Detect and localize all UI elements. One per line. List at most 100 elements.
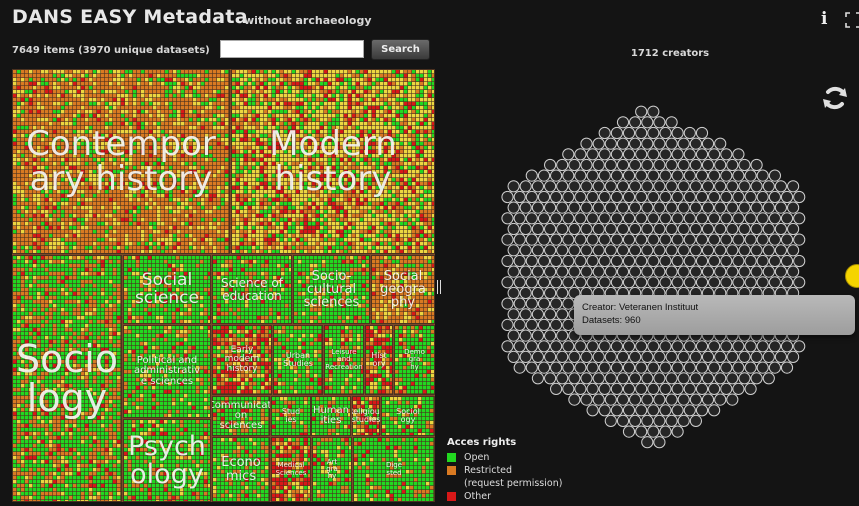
treemap-region-cells[interactable] [353, 437, 435, 502]
creator-bubble[interactable] [580, 137, 593, 150]
creator-bubble[interactable] [622, 361, 636, 374]
creator-bubble[interactable] [695, 361, 709, 374]
creator-bubble[interactable] [738, 201, 751, 214]
creator-bubble[interactable] [641, 350, 654, 363]
creator-bubble[interactable] [701, 180, 715, 193]
creator-bubble[interactable] [695, 212, 709, 225]
creator-bubble[interactable] [537, 318, 551, 331]
creator-bubble[interactable] [622, 212, 636, 225]
creator-bubble[interactable] [701, 201, 715, 214]
creator-bubble[interactable] [665, 350, 678, 363]
creator-bubble[interactable] [525, 169, 538, 182]
creator-bubble[interactable] [714, 201, 727, 214]
creator-bubble[interactable] [550, 254, 563, 268]
creator-bubble[interactable] [768, 169, 781, 182]
creator-bubble[interactable] [750, 201, 763, 214]
creator-bubble[interactable] [659, 148, 672, 161]
creator-bubble[interactable] [659, 404, 672, 417]
creator-bubble[interactable] [629, 137, 642, 150]
creator-bubble[interactable] [586, 190, 599, 204]
creator-bubble[interactable] [708, 361, 721, 374]
creator-bubble[interactable] [574, 340, 587, 353]
creator-bubble[interactable] [604, 158, 617, 172]
creator-bubble[interactable] [629, 244, 642, 257]
creator-bubble[interactable] [768, 340, 781, 353]
creator-bubble[interactable] [616, 137, 630, 150]
creator-bubble[interactable] [580, 350, 593, 363]
creator-bubble[interactable] [598, 340, 611, 353]
creator-bubble[interactable] [635, 340, 648, 353]
creator-bubble[interactable] [519, 329, 532, 342]
creator-bubble[interactable] [732, 276, 745, 289]
creator-bubble[interactable] [507, 201, 520, 214]
creator-bubble[interactable] [677, 158, 690, 172]
creator-bubble[interactable] [501, 340, 514, 353]
creator-bubble[interactable] [683, 254, 696, 268]
creator-bubble[interactable] [665, 116, 678, 129]
creator-bubble[interactable] [580, 222, 593, 236]
creator-bubble[interactable] [653, 372, 666, 385]
creator-bubble[interactable] [616, 116, 630, 129]
creator-bubble[interactable] [653, 244, 666, 257]
creator-bubble[interactable] [708, 382, 721, 395]
creator-bubble[interactable] [562, 276, 575, 289]
creator-bubble[interactable] [616, 158, 630, 172]
creator-bubble[interactable] [598, 212, 611, 225]
creator-bubble[interactable] [556, 180, 569, 193]
creator-bubble[interactable] [714, 158, 727, 172]
creator-bubble[interactable] [501, 212, 514, 225]
creator-bubble[interactable] [689, 372, 702, 385]
creator-bubble[interactable] [738, 158, 751, 172]
creator-bubble[interactable] [598, 382, 611, 395]
creator-bubble[interactable] [513, 276, 526, 289]
creator-bubble[interactable] [574, 361, 587, 374]
creator-bubble[interactable] [568, 222, 581, 236]
creator-bubble[interactable] [544, 222, 557, 236]
creator-bubble[interactable] [592, 137, 605, 150]
creator-bubble[interactable] [641, 201, 654, 214]
creator-bubble[interactable] [762, 350, 775, 363]
creator-bubble[interactable] [768, 190, 781, 204]
creator-bubble[interactable] [556, 308, 569, 321]
creator-bubble[interactable] [714, 137, 727, 150]
creator-bubble[interactable] [641, 158, 654, 172]
creator-bubble[interactable] [592, 180, 605, 193]
creator-bubble[interactable] [568, 244, 581, 257]
creator-bubble[interactable] [556, 286, 569, 300]
creator-bubble[interactable] [738, 244, 751, 257]
creator-bubble[interactable] [537, 169, 551, 182]
creator-bubble[interactable] [629, 180, 642, 193]
creator-bubble[interactable] [513, 233, 526, 246]
creator-bubble[interactable] [598, 126, 611, 140]
creator-bubble[interactable] [629, 414, 642, 427]
creator-bubble[interactable] [744, 340, 757, 353]
creator-bubble[interactable] [562, 340, 575, 353]
creator-bubble[interactable] [610, 254, 623, 268]
treemap-region-cells[interactable] [371, 255, 435, 324]
creator-bubble[interactable] [519, 180, 532, 193]
creator-bubble[interactable] [665, 158, 678, 172]
creator-bubble[interactable] [574, 382, 587, 395]
creator-bubble[interactable] [550, 318, 563, 331]
creator-bubble[interactable] [695, 190, 709, 204]
creator-bubble[interactable] [720, 233, 733, 246]
creator-bubble[interactable] [714, 244, 727, 257]
creator-bubble[interactable] [714, 222, 727, 236]
creator-bubble[interactable] [604, 414, 617, 427]
treemap-region-cells[interactable] [212, 255, 292, 324]
creator-bubble[interactable] [744, 212, 757, 225]
creator-bubble[interactable] [574, 148, 587, 161]
creator-bubble[interactable] [659, 382, 672, 395]
creator-bubble[interactable] [622, 148, 636, 161]
creator-bubble[interactable] [756, 276, 769, 289]
creator-bubble[interactable] [720, 212, 733, 225]
creator-bubble[interactable] [525, 233, 538, 246]
creator-bubble[interactable] [659, 425, 672, 438]
creator-bubble[interactable] [531, 201, 545, 214]
creator-bubble[interactable] [592, 372, 605, 385]
creator-bubble[interactable] [689, 414, 702, 427]
creator-bubble[interactable] [653, 201, 666, 214]
creator-bubble[interactable] [513, 297, 526, 310]
creator-bubble[interactable] [708, 148, 721, 161]
creator-bubble[interactable] [653, 137, 666, 150]
